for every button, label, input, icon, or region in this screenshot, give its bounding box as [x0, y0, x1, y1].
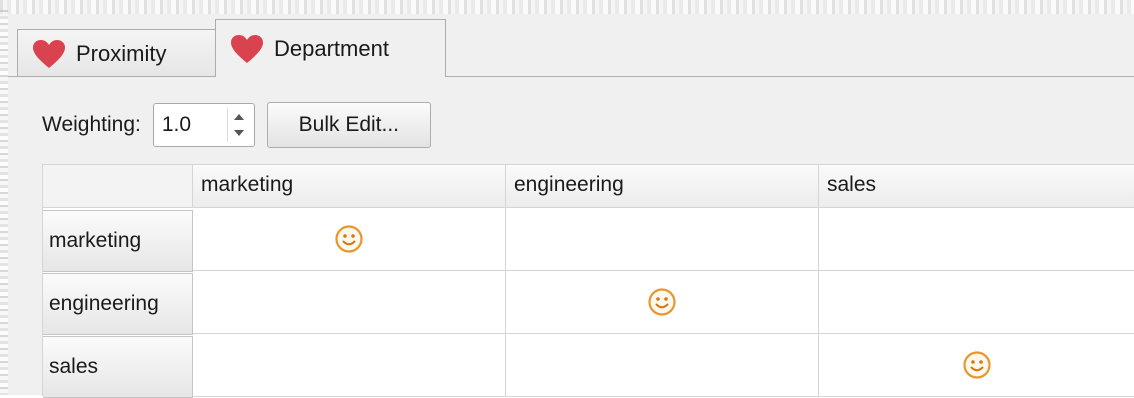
- spin-buttons: [226, 108, 250, 142]
- tab-panel-border: [8, 76, 1134, 77]
- weighting-toolbar: Weighting: Bulk Edit...: [42, 99, 431, 151]
- department-matrix: marketing engineering sales marketing en…: [42, 164, 1134, 398]
- cell-marketing-marketing[interactable]: [193, 208, 506, 271]
- screenshot-torn-edge-top: [0, 0, 1134, 14]
- chevron-down-icon: [233, 130, 244, 136]
- spin-up-button[interactable]: [228, 111, 250, 123]
- tab-proximity[interactable]: Proximity: [17, 29, 216, 77]
- department-panel: Proximity Department Weighting: Bulk Edi…: [8, 14, 1134, 398]
- weighting-label: Weighting:: [42, 113, 141, 136]
- tab-label: Proximity: [76, 40, 167, 66]
- heart-icon: [33, 39, 65, 68]
- weighting-input[interactable]: [153, 112, 226, 138]
- smiley-icon: [648, 288, 676, 316]
- bulk-edit-button[interactable]: Bulk Edit...: [266, 102, 431, 148]
- column-header-marketing[interactable]: marketing: [193, 165, 506, 208]
- heart-icon: [231, 34, 263, 63]
- chevron-up-icon: [233, 114, 244, 120]
- cell-marketing-sales[interactable]: [819, 208, 1134, 271]
- tab-bar: Proximity Department: [8, 14, 1134, 77]
- cell-marketing-engineering[interactable]: [506, 208, 819, 271]
- row-header-engineering[interactable]: engineering: [43, 273, 193, 335]
- column-header-engineering[interactable]: engineering: [506, 165, 819, 208]
- cell-sales-sales[interactable]: [819, 334, 1134, 397]
- tab-label: Department: [274, 35, 389, 61]
- cell-sales-marketing[interactable]: [193, 334, 506, 397]
- cell-engineering-marketing[interactable]: [193, 271, 506, 334]
- smiley-icon: [335, 225, 363, 253]
- cell-engineering-sales[interactable]: [819, 271, 1134, 334]
- cell-engineering-engineering[interactable]: [506, 271, 819, 334]
- column-header-sales[interactable]: sales: [819, 165, 1134, 208]
- grid-corner: [43, 165, 193, 208]
- row-header-marketing[interactable]: marketing: [43, 210, 193, 272]
- weighting-spinbox[interactable]: [152, 103, 255, 147]
- cell-sales-engineering[interactable]: [506, 334, 819, 397]
- smiley-icon: [962, 351, 991, 379]
- screenshot-torn-edge-left: [0, 10, 8, 395]
- row-header-sales[interactable]: sales: [43, 336, 193, 398]
- spin-down-button[interactable]: [228, 127, 250, 139]
- tab-department[interactable]: Department: [215, 19, 446, 77]
